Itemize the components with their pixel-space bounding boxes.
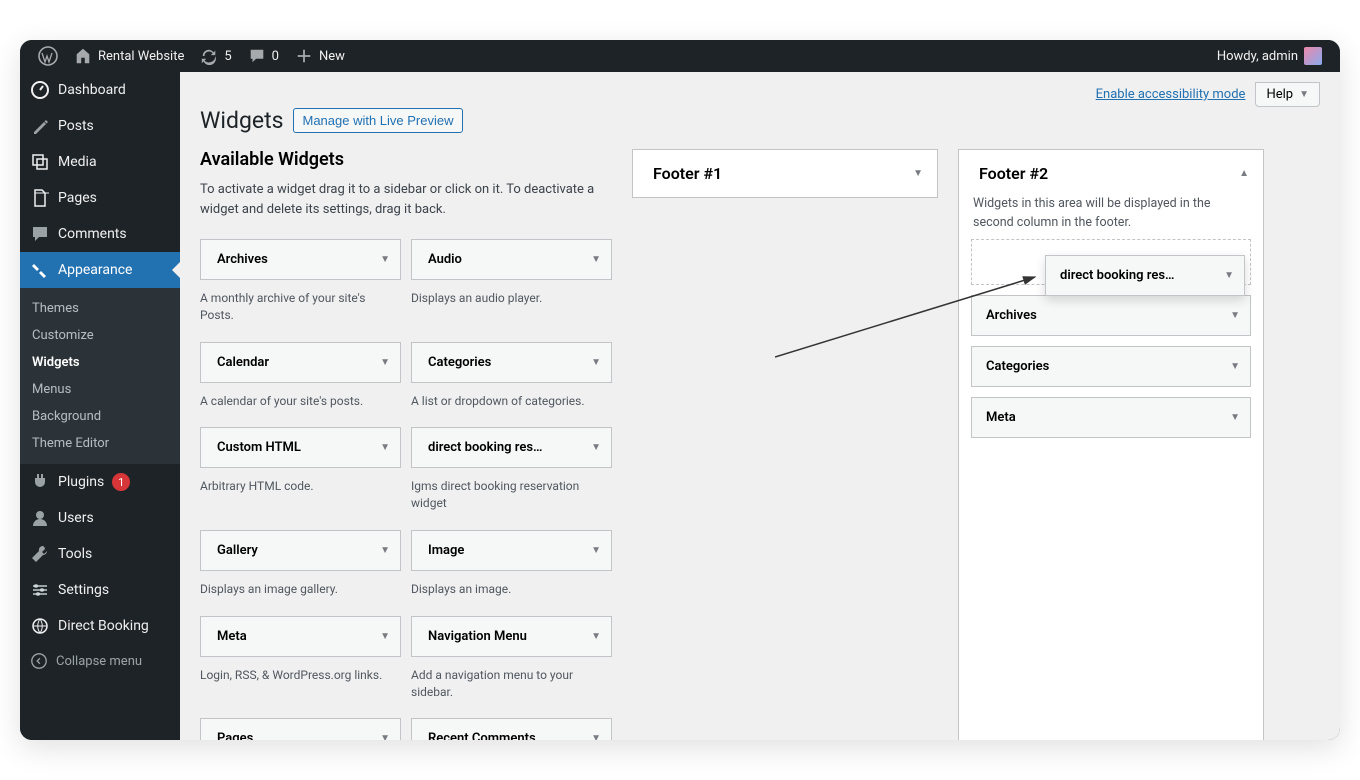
available-widget[interactable]: Recent Comments▼: [411, 718, 612, 740]
available-widgets-column: Available Widgets To activate a widget d…: [200, 149, 612, 740]
new-content[interactable]: New: [287, 40, 353, 72]
footer-1-sidebar: Footer #1 ▼: [632, 149, 938, 740]
placed-widget[interactable]: Archives▼: [971, 295, 1251, 336]
help-button[interactable]: Help▼: [1255, 82, 1320, 107]
comments-count[interactable]: 0: [240, 40, 287, 72]
available-widget[interactable]: Categories▼: [411, 342, 612, 383]
widget-description: A list or dropdown of categories.: [411, 383, 612, 428]
submenu-themes[interactable]: Themes: [20, 295, 180, 322]
footer-2-description: Widgets in this area will be displayed i…: [959, 195, 1263, 239]
appearance-submenu: Themes Customize Widgets Menus Backgroun…: [20, 288, 180, 464]
chevron-down-icon: ▼: [1224, 270, 1234, 281]
widget-description: Login, RSS, & WordPress.org links.: [200, 657, 401, 702]
footer-2-sidebar: Footer #2 ▲ Widgets in this area will be…: [958, 149, 1264, 740]
submenu-widgets[interactable]: Widgets: [20, 349, 180, 376]
chevron-down-icon: ▼: [591, 442, 601, 453]
placed-widget[interactable]: Meta▼: [971, 397, 1251, 438]
content-area: Enable accessibility mode Help▼ Widgets …: [180, 72, 1340, 740]
menu-plugins[interactable]: Plugins1: [20, 464, 180, 500]
placed-widget[interactable]: Categories▼: [971, 346, 1251, 387]
chevron-down-icon: ▼: [1299, 89, 1309, 100]
wp-logo[interactable]: [30, 40, 66, 72]
widget-description: A monthly archive of your site's Posts.: [200, 280, 401, 342]
site-name[interactable]: Rental Website: [66, 40, 192, 72]
available-widget[interactable]: Image▼: [411, 530, 612, 571]
available-widget[interactable]: Gallery▼: [200, 530, 401, 571]
dragging-widget[interactable]: direct booking res… ▼: [1045, 255, 1245, 296]
available-widget[interactable]: direct booking res…▼: [411, 427, 612, 468]
avatar: [1304, 47, 1322, 65]
available-widget[interactable]: Audio▼: [411, 239, 612, 280]
available-widget[interactable]: Navigation Menu▼: [411, 616, 612, 657]
menu-dashboard[interactable]: Dashboard: [20, 72, 180, 108]
chevron-down-icon: ▼: [591, 631, 601, 642]
chevron-down-icon: ▼: [591, 733, 601, 740]
menu-tools[interactable]: Tools: [20, 536, 180, 572]
accessibility-mode-link[interactable]: Enable accessibility mode: [1096, 87, 1246, 102]
menu-posts[interactable]: Posts: [20, 108, 180, 144]
submenu-theme-editor[interactable]: Theme Editor: [20, 430, 180, 457]
plugins-badge: 1: [112, 473, 130, 491]
footer-2-header[interactable]: Footer #2 ▲: [959, 150, 1263, 195]
live-preview-button[interactable]: Manage with Live Preview: [293, 108, 462, 133]
chevron-down-icon: ▼: [380, 357, 390, 368]
chevron-down-icon: ▼: [380, 733, 390, 740]
widget-description: Displays an image gallery.: [200, 571, 401, 616]
chevron-down-icon: ▼: [1230, 412, 1240, 423]
submenu-menus[interactable]: Menus: [20, 376, 180, 403]
chevron-down-icon: ▼: [591, 545, 601, 556]
menu-appearance[interactable]: Appearance: [20, 252, 180, 288]
available-widget[interactable]: Archives▼: [200, 239, 401, 280]
submenu-background[interactable]: Background: [20, 403, 180, 430]
admin-sidebar: Dashboard Posts Media Pages Comments App…: [20, 72, 180, 740]
my-account[interactable]: Howdy, admin: [1209, 40, 1330, 72]
widget-description: Displays an audio player.: [411, 280, 612, 325]
widget-description: Igms direct booking reserva­tion widget: [411, 468, 612, 530]
chevron-down-icon: ▼: [913, 168, 923, 179]
widget-description: Add a navigation menu to your sidebar.: [411, 657, 612, 719]
available-widget[interactable]: Meta▼: [200, 616, 401, 657]
chevron-down-icon: ▼: [380, 254, 390, 265]
menu-settings[interactable]: Settings: [20, 572, 180, 608]
menu-media[interactable]: Media: [20, 144, 180, 180]
admin-toolbar: Rental Website 5 0 New Howdy, admin: [20, 40, 1340, 72]
available-widget[interactable]: Calendar▼: [200, 342, 401, 383]
chevron-down-icon: ▼: [1230, 310, 1240, 321]
available-widget[interactable]: Custom HTML▼: [200, 427, 401, 468]
chevron-down-icon: ▼: [591, 254, 601, 265]
chevron-down-icon: ▼: [380, 631, 390, 642]
available-widgets-heading: Available Widgets: [200, 149, 612, 170]
chevron-down-icon: ▼: [380, 545, 390, 556]
chevron-up-icon: ▲: [1239, 168, 1249, 179]
chevron-down-icon: ▼: [380, 442, 390, 453]
footer-1-header[interactable]: Footer #1 ▼: [632, 149, 938, 198]
page-title: Widgets: [200, 107, 283, 134]
widget-description: A calendar of your site's posts.: [200, 383, 401, 428]
chevron-down-icon: ▼: [591, 357, 601, 368]
chevron-down-icon: ▼: [1230, 361, 1240, 372]
menu-direct-booking[interactable]: Direct Booking: [20, 608, 180, 644]
menu-pages[interactable]: Pages: [20, 180, 180, 216]
widget-description: Arbitrary HTML code.: [200, 468, 401, 513]
collapse-menu[interactable]: Collapse menu: [20, 644, 180, 678]
menu-users[interactable]: Users: [20, 500, 180, 536]
available-widget[interactable]: Pages▼: [200, 718, 401, 740]
submenu-customize[interactable]: Customize: [20, 322, 180, 349]
available-widgets-description: To activate a widget drag it to a sideba…: [200, 180, 612, 219]
widget-description: Displays an image.: [411, 571, 612, 616]
menu-comments[interactable]: Comments: [20, 216, 180, 252]
updates[interactable]: 5: [192, 40, 239, 72]
